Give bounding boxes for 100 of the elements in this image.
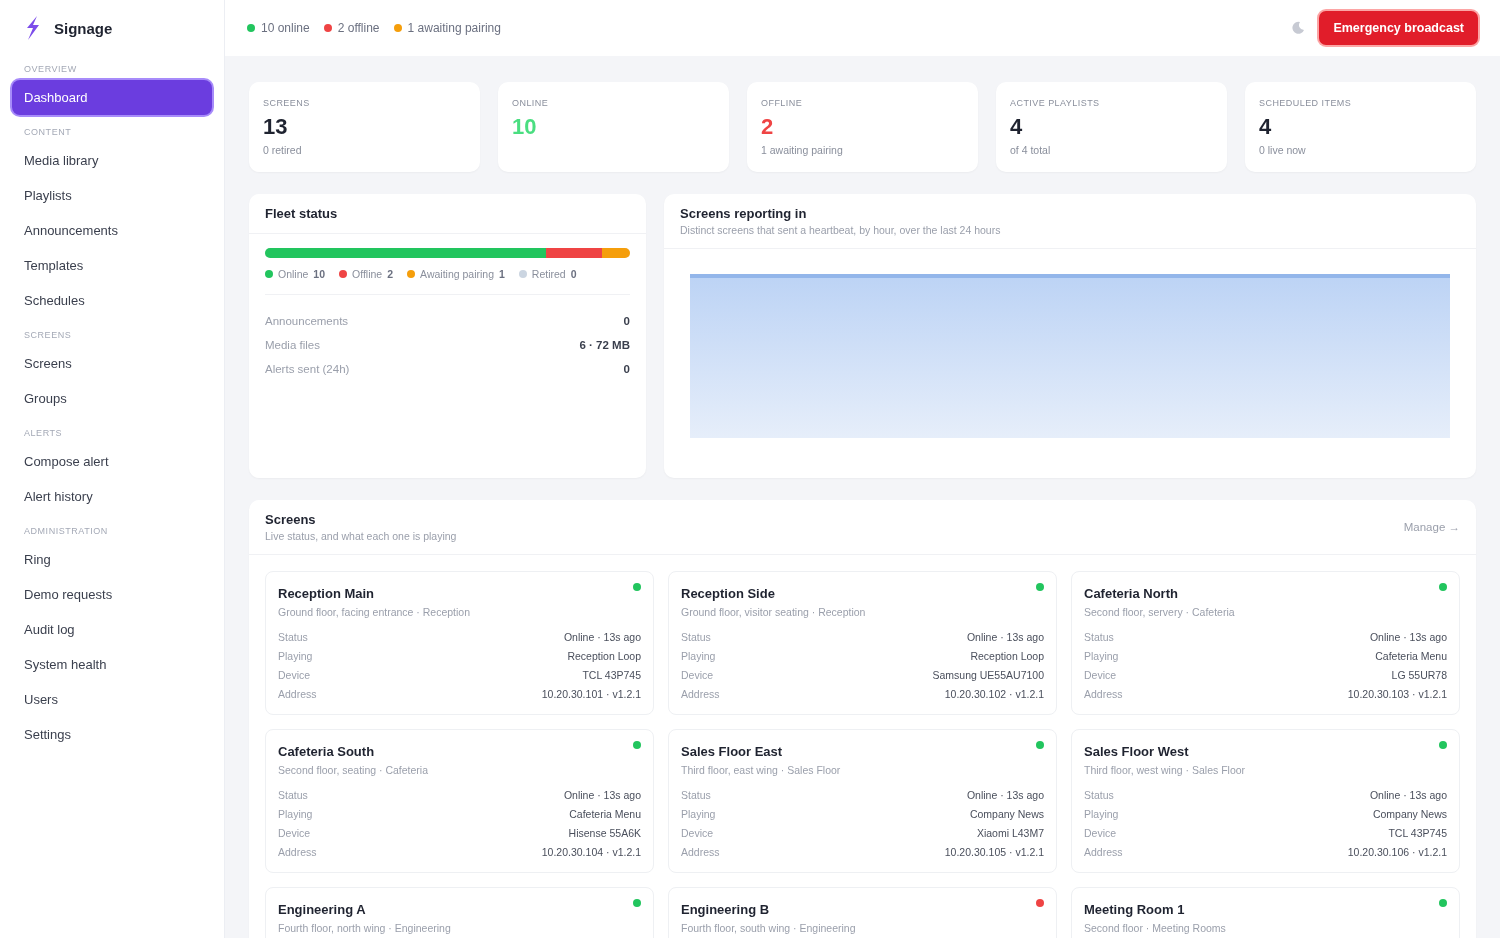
stat-label: Media files [265, 339, 320, 351]
screen-name: Engineering B [681, 902, 771, 917]
stat-note: 0 retired [263, 144, 303, 156]
status-text: 2 offline [337, 21, 380, 35]
section-label: CONTENT [23, 126, 73, 139]
section-label: ALERTS [23, 427, 64, 440]
stat-value: 0 [623, 315, 630, 327]
field-label: Device [681, 668, 714, 683]
sidebar-item[interactable]: Audit log [12, 612, 212, 647]
status-text: 1 awaiting pairing [407, 21, 501, 35]
stat-label: SCHEDULED ITEMS [1259, 98, 1353, 108]
card-subtitle: Live status, and what each one is playing [265, 530, 458, 542]
screen-name: Engineering A [278, 902, 367, 917]
screen-name: Cafeteria North [1084, 586, 1179, 601]
field-label: Device [1084, 668, 1117, 683]
field-value: 10.20.30.102 · v1.2.1 [944, 687, 1044, 702]
screen-location: Third floor, east wing · Sales Floor [681, 764, 842, 776]
sidebar-item[interactable]: Announcements [12, 213, 212, 248]
field-label: Status [1084, 630, 1114, 645]
screen-card[interactable]: Engineering B Fourth floor, south wing · Engineering [668, 887, 1057, 938]
field-value: Cafeteria Menu [1375, 649, 1447, 664]
screen-name: Sales Floor East [681, 744, 784, 759]
field-label: Device [278, 668, 311, 683]
field-label: Address [681, 845, 720, 860]
sidebar-item[interactable]: Compose alert [12, 444, 212, 479]
screen-location: Fourth floor, south wing · Engineering [681, 922, 857, 934]
sidebar-item[interactable]: Demo requests [12, 577, 212, 612]
field-label: Address [1084, 687, 1123, 702]
sidebar-item[interactable]: Ring [12, 542, 212, 577]
field-label: Playing [278, 649, 313, 664]
sidebar-item[interactable]: Groups [12, 381, 212, 416]
sidebar-item[interactable]: Settings [12, 717, 212, 752]
screen-card[interactable]: Reception Main Ground floor, facing entrance · Reception Status Online · 13s ago Playing Reception Loop Device TCL 43P745 Address 10.20.30.101 · v1.2.1 [265, 571, 654, 715]
section-label: OVERVIEW [23, 63, 78, 76]
stat-value: 2 [761, 114, 775, 140]
field-label: Playing [278, 807, 313, 822]
field-label: Device [1084, 826, 1117, 841]
screen-card[interactable]: Cafeteria North Second floor, servery · Cafeteria Status Online · 13s ago Playing Cafeteria Menu Device LG 55UR78 Address 10.20.30.103 · v1.2.1 [1071, 571, 1460, 715]
field-value: Online · 13s ago [1369, 630, 1447, 645]
stat-value: 4 [1010, 114, 1024, 140]
field-value: 10.20.30.103 · v1.2.1 [1347, 687, 1447, 702]
legend-label: Retired [531, 268, 566, 280]
card-title: Screens [265, 512, 317, 527]
field-value: Company News [1372, 807, 1447, 822]
field-value: 10.20.30.105 · v1.2.1 [944, 845, 1044, 860]
sidebar-item[interactable]: Users [12, 682, 212, 717]
field-value: Online · 13s ago [966, 630, 1044, 645]
card-title: Fleet status [265, 206, 339, 221]
screen-card[interactable]: Meeting Room 1 Second floor · Meeting Rooms [1071, 887, 1460, 938]
screen-location: Ground floor, visitor seating · Reception [681, 606, 867, 618]
screen-location: Second floor · Meeting Rooms [1084, 922, 1227, 934]
stat-label: ACTIVE PLAYLISTS [1010, 98, 1101, 108]
sidebar-item[interactable]: Playlists [12, 178, 212, 213]
field-label: Address [1084, 845, 1123, 860]
field-value: Reception Loop [970, 649, 1044, 664]
screen-card[interactable]: Reception Side Ground floor, visitor seating · Reception Status Online · 13s ago Playing Reception Loop Device Samsung UE55AU7100 Address 10.20.30.102 · v1.2.1 [668, 571, 1057, 715]
sidebar-item[interactable]: Screens [12, 346, 212, 381]
sidebar-item[interactable]: Alert history [12, 479, 212, 514]
section-label: SCREENS [23, 329, 73, 342]
stat-note: 0 live now [1259, 144, 1307, 156]
sidebar-item[interactable]: Templates [12, 248, 212, 283]
field-value: Reception Loop [567, 649, 641, 664]
field-value: Online · 13s ago [966, 788, 1044, 803]
screen-location: Second floor, servery · Cafeteria [1084, 606, 1236, 618]
legend-count: 10 [313, 268, 326, 280]
sidebar-item[interactable]: System health [12, 647, 212, 682]
screen-card[interactable]: Engineering A Fourth floor, north wing · Engineering [265, 887, 654, 938]
field-label: Playing [1084, 649, 1119, 664]
field-label: Device [278, 826, 311, 841]
section-label: ADMINISTRATION [23, 525, 109, 538]
stat-note: 1 awaiting pairing [761, 144, 844, 156]
field-value: Online · 13s ago [563, 630, 641, 645]
stat-value: 0 [623, 363, 630, 375]
field-label: Address [681, 687, 720, 702]
sidebar-item[interactable]: Dashboard [12, 80, 212, 115]
emergency-button[interactable]: Emergency broadcast [1319, 11, 1478, 45]
screen-name: Reception Main [278, 586, 376, 601]
sidebar-item[interactable]: Schedules [12, 283, 212, 318]
field-value: Xiaomi L43M7 [976, 826, 1044, 841]
screen-name: Sales Floor West [1084, 744, 1190, 759]
stat-value: 10 [512, 114, 538, 140]
screen-name: Meeting Room 1 [1084, 902, 1186, 917]
card-title: Screens reporting in [680, 206, 808, 221]
screen-location: Second floor, seating · Cafeteria [278, 764, 429, 776]
field-label: Playing [1084, 807, 1119, 822]
field-value: TCL 43P745 [1388, 826, 1447, 841]
legend-count: 0 [570, 268, 577, 280]
field-label: Status [681, 788, 711, 803]
card-subtitle: Distinct screens that sent a heartbeat, by hour, over the last 24 hours [680, 224, 1002, 236]
field-label: Playing [681, 649, 716, 664]
sidebar-item[interactable]: Media library [12, 143, 212, 178]
screen-card[interactable]: Cafeteria South Second floor, seating · Cafeteria Status Online · 13s ago Playing Cafeteria Menu Device Hisense 55A6K Address 10.20.30.104 · v1.2.1 [265, 729, 654, 873]
screen-location: Fourth floor, north wing · Engineering [278, 922, 452, 934]
screen-card[interactable]: Sales Floor West Third floor, west wing · Sales Floor Status Online · 13s ago Playing Company News Device TCL 43P745 Address 10.20.30.106 · v1.2.1 [1071, 729, 1460, 873]
screen-card[interactable]: Sales Floor East Third floor, east wing · Sales Floor Status Online · 13s ago Playing Company News Device Xiaomi L43M7 Address 10.20.30.105 · v1.2.1 [668, 729, 1057, 873]
stat-label: Alerts sent (24h) [265, 363, 350, 375]
stat-value: 4 [1259, 114, 1273, 140]
stat-label: ONLINE [512, 98, 550, 108]
field-label: Address [278, 687, 317, 702]
moon-icon[interactable] [1291, 21, 1306, 35]
